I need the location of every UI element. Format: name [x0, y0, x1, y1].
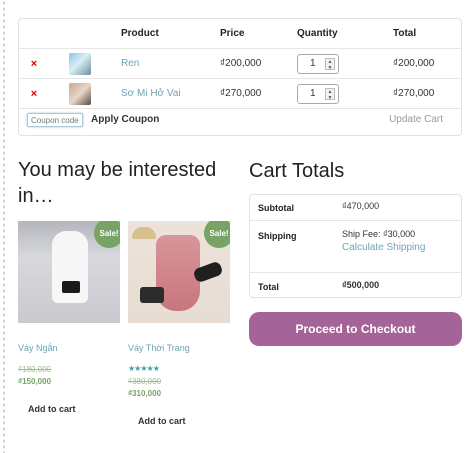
add-to-cart-button[interactable]: Add to cart [28, 404, 120, 414]
old-price: ₫180,000 [18, 365, 52, 374]
cart-row: × Ren ₫200,000 1 ▲ ▼ ₫200,000 [19, 49, 461, 79]
quantity-stepper[interactable]: 1 ▲ ▼ [297, 53, 339, 74]
item-price: ₫270,000 [220, 88, 262, 99]
apply-coupon-button[interactable]: Apply Coupon [91, 114, 159, 125]
old-price: ₫380,000 [128, 377, 162, 386]
product-name-link[interactable]: Váy Thời Trang [128, 343, 230, 353]
cart-table-header: Product Price Quantity Total [19, 19, 461, 49]
page-edge-decoration [2, 0, 6, 453]
cart-totals-heading: Cart Totals [249, 160, 345, 182]
sale-badge: Sale! [94, 221, 120, 248]
hat-illustration [132, 227, 156, 239]
sale-price: ₫310,000 [128, 389, 162, 398]
subtotal-row: Subtotal ₫470,000 [250, 195, 461, 221]
subtotal-label: Subtotal [258, 203, 294, 213]
spinner-arrows-icon[interactable]: ▲ ▼ [325, 57, 335, 71]
related-product-card: Sale! Váy Thời Trang ★★★★★ ₫380,000 ₫310… [128, 221, 230, 426]
product-image[interactable]: Sale! [18, 221, 120, 323]
product-thumbnail[interactable] [69, 82, 91, 105]
total-row: Total ₫500,000 [250, 273, 461, 299]
coupon-code-input[interactable] [27, 113, 83, 127]
spinner-arrows-icon[interactable]: ▲ ▼ [325, 87, 335, 101]
shipping-label: Shipping [258, 231, 297, 241]
cart-totals-table: Subtotal ₫470,000 Shipping Ship Fee: ₫30… [249, 194, 462, 298]
cart-row: × Sơ Mi Hở Vai ₫270,000 1 ▲ ▼ ₫270,000 [19, 79, 461, 109]
cart-table: Product Price Quantity Total × Ren ₫200,… [18, 18, 462, 136]
subtotal-value: ₫470,000 [342, 201, 380, 211]
quantity-value: 1 [310, 88, 316, 99]
quantity-value: 1 [310, 58, 316, 69]
quantity-stepper[interactable]: 1 ▲ ▼ [297, 83, 339, 104]
update-cart-button[interactable]: Update Cart [389, 114, 443, 125]
product-name-link[interactable]: Váy Ngắn [18, 343, 120, 353]
sale-badge: Sale! [204, 221, 230, 248]
header-quantity: Quantity [297, 28, 338, 39]
product-name-link[interactable]: Ren [121, 58, 139, 69]
header-product: Product [121, 28, 159, 39]
shipping-fee: Ship Fee: ₫30,000 [342, 229, 416, 239]
rating-stars-icon: ★★★★★ [128, 364, 160, 373]
header-price: Price [220, 28, 245, 39]
total-value: ₫500,000 [342, 280, 380, 290]
proceed-to-checkout-button[interactable]: Proceed to Checkout [249, 312, 462, 346]
item-price: ₫200,000 [220, 58, 262, 69]
item-total: ₫270,000 [393, 88, 435, 99]
handbag-illustration [62, 281, 80, 293]
add-to-cart-button[interactable]: Add to cart [138, 416, 230, 426]
product-image[interactable]: Sale! [128, 221, 230, 323]
remove-item-icon[interactable]: × [31, 58, 37, 70]
sale-price: ₫150,000 [18, 377, 52, 386]
shipping-row: Shipping Ship Fee: ₫30,000 Calculate Shi… [250, 221, 461, 273]
product-name-link[interactable]: Sơ Mi Hở Vai [121, 88, 181, 99]
related-product-card: Sale! Váy Ngắn ₫180,000 ₫150,000 Add to … [18, 221, 120, 414]
related-products-heading: You may be interested in… [18, 159, 217, 207]
cart-actions: Apply Coupon Update Cart [19, 109, 461, 137]
product-thumbnail[interactable] [69, 52, 91, 75]
handbag-illustration [140, 287, 164, 303]
header-total: Total [393, 28, 417, 39]
calculate-shipping-link[interactable]: Calculate Shipping [342, 242, 425, 253]
remove-item-icon[interactable]: × [31, 88, 37, 100]
total-label: Total [258, 282, 279, 292]
item-total: ₫200,000 [393, 58, 435, 69]
